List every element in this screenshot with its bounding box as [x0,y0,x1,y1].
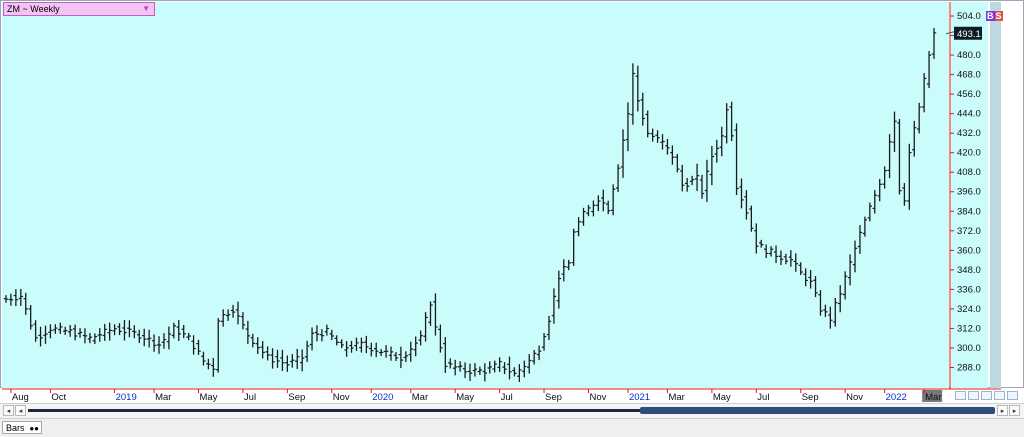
time-scrollbar[interactable]: ◂ ◂ ▸ ▸ [0,403,1024,418]
scroll-thumb[interactable] [640,407,995,414]
month-label: Nov [846,392,863,403]
price-tick-label: 336.0 [957,284,981,295]
price-tick-label: 372.0 [957,226,981,237]
bars-tab-icon: ●● [29,424,39,433]
month-label: Mar [925,392,941,403]
month-label: Jul [244,392,256,403]
month-label: May [456,392,474,403]
price-tick-label: 408.0 [957,167,981,178]
bars-tab-label: Bars [6,423,25,433]
month-label: Aug [12,392,29,403]
month-label: Sep [288,392,305,403]
year-label: 2020 [372,392,393,403]
month-label: Jul [757,392,769,403]
month-label: Nov [589,392,606,403]
chart-frame[interactable]: 288.0 300.0 312.0 324.0 336.0 348.0 360.0 372.0… [0,0,1024,403]
price-tick-label: 300.0 [957,343,981,354]
sell-badge[interactable]: S [994,11,1003,21]
time-labels: Aug Oct 2019 Mar May Jul Sep Nov 2020 Mar May Jul Se… [10,389,943,403]
month-label: Sep [545,392,562,403]
price-tag-label: 493.1 [957,29,981,40]
price-scroll-strip[interactable] [990,2,1001,388]
chart-tool-button-5[interactable] [1007,391,1018,400]
price-tick-label: 324.0 [957,304,981,315]
year-label: 2021 [629,392,650,403]
bottom-tab-bar: Bars ●● [0,418,1024,437]
price-tick-label: 456.0 [957,89,981,100]
price-tick-label: 480.0 [957,50,981,61]
buy-sell-badge[interactable]: BS [986,11,1003,21]
price-tick-label: 312.0 [957,323,981,334]
year-label: 2022 [886,392,907,403]
year-label: 2019 [116,392,137,403]
month-label: Mar [412,392,428,403]
scroll-right-fast-icon[interactable]: ▸ [1009,405,1020,416]
month-label: Oct [51,392,66,403]
price-tick-label: 288.0 [957,362,981,373]
buy-badge[interactable]: B [986,11,995,21]
month-label: Nov [333,392,350,403]
chart-tool-button-1[interactable] [955,391,966,400]
month-label: Jul [501,392,513,403]
price-tick-label: 348.0 [957,265,981,276]
price-chart[interactable]: 288.0 300.0 312.0 324.0 336.0 348.0 360.0 372.0… [1,1,1024,403]
month-label: Mar [155,392,171,403]
scroll-left-icon[interactable]: ◂ [15,405,26,416]
scroll-right-icon[interactable]: ▸ [997,405,1008,416]
month-label: May [200,392,218,403]
price-tick-label: 432.0 [957,128,981,139]
price-tick-label: 384.0 [957,206,981,217]
month-label: May [713,392,731,403]
price-tick-label: 420.0 [957,148,981,159]
dropdown-arrow-icon[interactable]: ▼ [142,3,150,15]
price-tick-label: 360.0 [957,245,981,256]
month-label: Mar [668,392,684,403]
price-tick-label: 468.0 [957,70,981,81]
month-label: Sep [802,392,819,403]
price-tick-label: 444.0 [957,109,981,120]
chart-tool-button-3[interactable] [981,391,992,400]
chart-tool-button-2[interactable] [968,391,979,400]
symbol-selector[interactable]: ZM ~ Weekly ▼ [3,2,155,16]
symbol-label: ZM ~ Weekly [7,4,60,14]
scroll-left-fast-icon[interactable]: ◂ [3,405,14,416]
price-tick-label: 504.0 [957,11,981,22]
bars-tab[interactable]: Bars ●● [2,421,42,434]
chart-tool-button-4[interactable] [994,391,1005,400]
price-tick-label: 396.0 [957,187,981,198]
